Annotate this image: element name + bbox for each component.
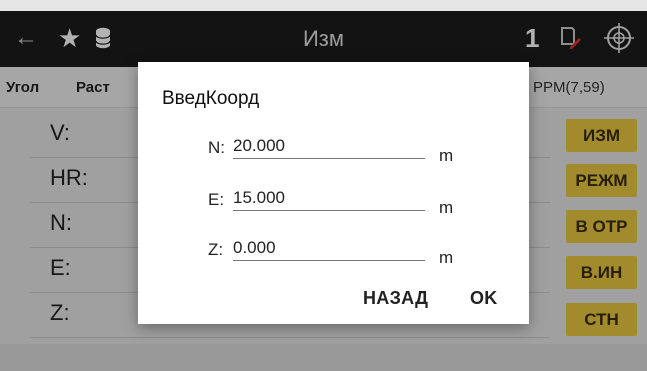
z-coordinate-input[interactable]: 0.000 [233,238,425,261]
back-button[interactable]: НАЗАД [363,288,428,309]
field-row-n: N: 20.000 m [138,128,529,168]
field-row-z: Z: 0.000 m [138,230,529,270]
n-coordinate-input[interactable]: 20.000 [233,136,425,159]
dialog-title: ВведКоорд [162,88,260,109]
field-unit: m [439,146,454,165]
e-coordinate-input[interactable]: 15.000 [233,188,425,211]
field-row-e: E: 15.000 m [138,180,529,220]
field-label-e: E: [208,190,225,209]
field-label-z: Z: [208,240,224,259]
field-label-n: N: [208,138,225,157]
app-screen: ← ★ Изм 1 Угол Раст PPM(7,59) V: HR: N: … [0,0,647,371]
field-unit: m [439,198,454,217]
ok-button[interactable]: OK [470,288,498,309]
enter-coordinates-dialog: ВведКоорд N: 20.000 m E: 15.000 m Z: 0.0… [138,62,529,324]
field-unit: m [439,248,454,267]
